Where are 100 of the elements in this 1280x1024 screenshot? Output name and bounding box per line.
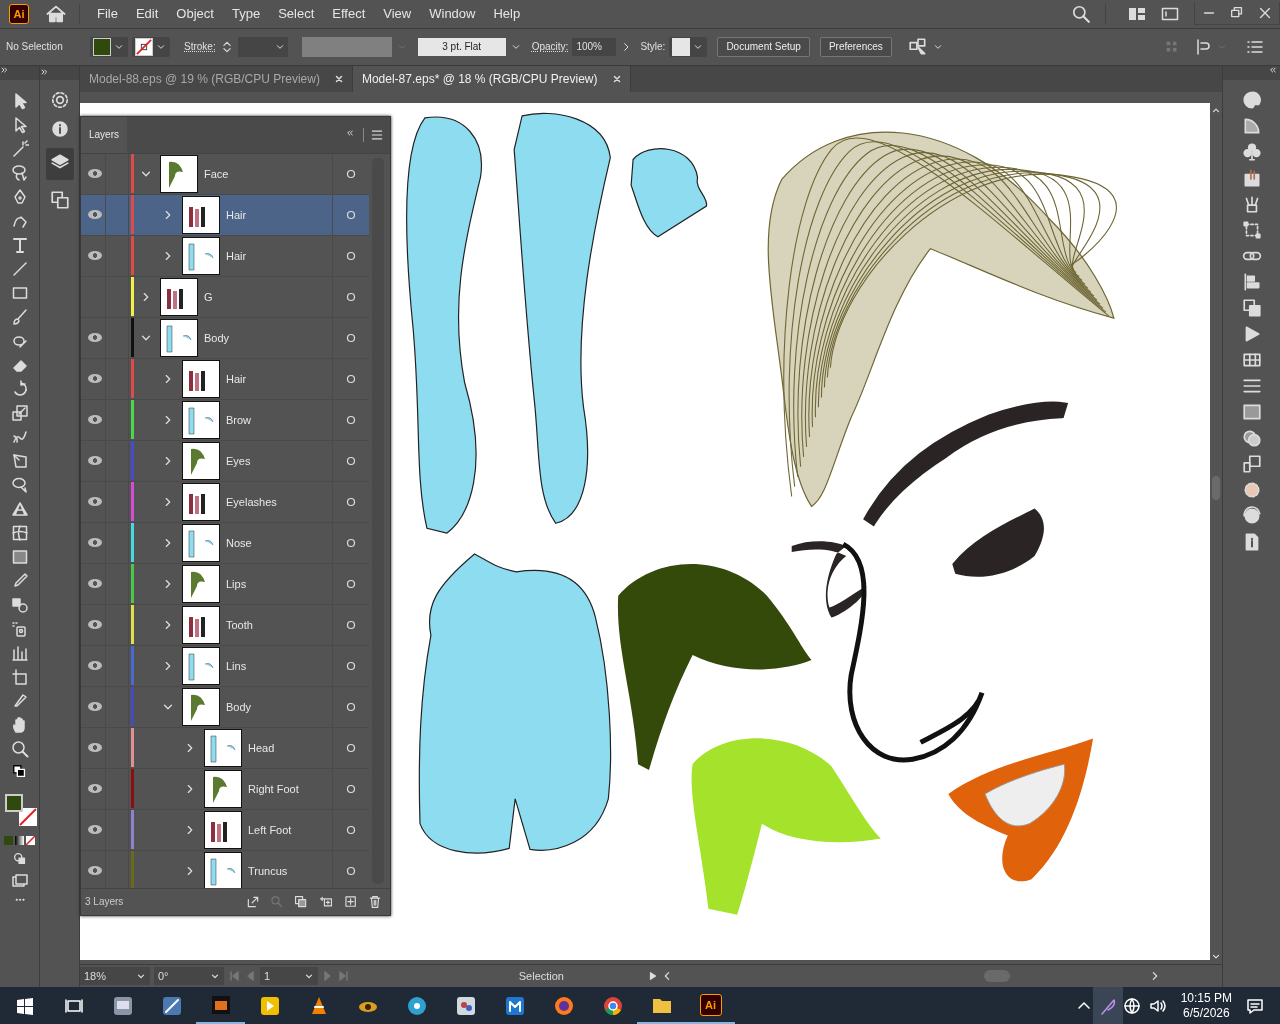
target-circle-icon[interactable]: [345, 495, 357, 508]
layer-row[interactable]: Lips: [81, 563, 369, 605]
type-tool-icon[interactable]: [10, 235, 29, 254]
none-mode-icon[interactable]: [26, 835, 35, 845]
browser-icon[interactable]: [552, 994, 575, 1017]
target-circle-icon[interactable]: [345, 290, 357, 303]
close-icon[interactable]: [333, 73, 344, 84]
opacity-field[interactable]: 100%: [572, 37, 617, 56]
scroll-left-icon[interactable]: [662, 970, 672, 982]
panel-tab[interactable]: Layers: [81, 116, 127, 153]
play-icon[interactable]: [648, 970, 658, 982]
lasso-icon[interactable]: [10, 163, 29, 182]
m-app-icon[interactable]: [503, 994, 526, 1017]
menu-item[interactable]: View: [374, 3, 421, 25]
speech-bubble-icon[interactable]: [10, 475, 29, 494]
target-circle-icon[interactable]: [345, 577, 357, 590]
menu-item[interactable]: Help: [484, 3, 530, 25]
trash-icon[interactable]: [368, 894, 382, 909]
brush-dropdown[interactable]: 3 pt. Flat: [417, 37, 506, 56]
caret-icon[interactable]: [304, 971, 314, 981]
taskbar-app-button[interactable]: Ai: [699, 993, 722, 1016]
new-layer-icon[interactable]: [344, 894, 358, 909]
menu-item[interactable]: File: [88, 3, 127, 25]
layer-row[interactable]: Truncus: [81, 850, 369, 888]
column-graph-icon[interactable]: [10, 643, 29, 662]
perspective-grid-icon[interactable]: [10, 499, 29, 518]
notification-icon[interactable]: [1246, 996, 1264, 1015]
document-tab[interactable]: Model-87.eps* @ 18 % (RGB/CPU Preview): [352, 65, 631, 92]
artboards-icon[interactable]: [1241, 453, 1262, 474]
toolbar-button[interactable]: Preferences: [819, 36, 892, 57]
target-circle-icon[interactable]: [345, 782, 357, 795]
symbol-sprayer-icon[interactable]: [10, 619, 29, 638]
pen-app-icon[interactable]: [160, 994, 183, 1017]
transform-icon[interactable]: [1241, 219, 1262, 240]
player-app-icon[interactable]: [258, 994, 281, 1017]
home-icon[interactable]: [45, 3, 67, 25]
fill-swatch[interactable]: [4, 793, 23, 812]
layer-row[interactable]: Face: [81, 153, 369, 195]
style-swatch[interactable]: [672, 37, 691, 56]
scroll-right-icon[interactable]: [1150, 970, 1160, 982]
paint-app-icon[interactable]: [454, 994, 477, 1017]
draw-mode-icon[interactable]: [11, 850, 28, 867]
palette-icon[interactable]: [1241, 89, 1262, 110]
zoom-dropdown[interactable]: 18%: [80, 967, 150, 985]
layer-row[interactable]: Eyes: [81, 440, 369, 482]
caret-icon[interactable]: [210, 971, 220, 981]
close-icon[interactable]: [611, 73, 622, 84]
target-circle-icon[interactable]: [345, 413, 357, 426]
layer-row[interactable]: Lins: [81, 645, 369, 687]
gear-icon[interactable]: [49, 89, 70, 110]
target-circle-icon[interactable]: [345, 208, 357, 221]
toolbar-button[interactable]: Document Setup: [717, 36, 810, 57]
new-sublayer-icon[interactable]: [318, 894, 334, 909]
default-colors-icon[interactable]: [11, 763, 28, 780]
menu-item[interactable]: Select: [269, 3, 324, 25]
monitor-app-icon[interactable]: [111, 994, 134, 1017]
target-circle-icon[interactable]: [345, 536, 357, 549]
globe-icon[interactable]: [1122, 996, 1141, 1015]
panel-icon[interactable]: [1160, 5, 1180, 23]
layer-row[interactable]: Body: [81, 686, 369, 728]
info-icon[interactable]: [50, 119, 69, 138]
menu-item[interactable]: Window: [420, 3, 485, 25]
layer-row[interactable]: Tooth: [81, 604, 369, 646]
zoom-icon[interactable]: [10, 739, 29, 758]
menu-item[interactable]: Object: [167, 3, 223, 25]
layer-row[interactable]: Eyelashes: [81, 481, 369, 523]
menu-icon[interactable]: [370, 127, 384, 142]
windows-logo-icon[interactable]: [15, 996, 34, 1015]
fill-swatch[interactable]: [93, 37, 111, 56]
free-transform-icon[interactable]: [10, 451, 29, 470]
rotation-dropdown[interactable]: 0°: [154, 967, 224, 985]
line-tool-icon[interactable]: [10, 259, 29, 278]
feather-icon[interactable]: [1098, 996, 1117, 1015]
layer-row[interactable]: G: [81, 276, 369, 318]
target-circle-icon[interactable]: [345, 659, 357, 672]
menu-item[interactable]: Type: [222, 3, 270, 25]
browser-icon[interactable]: [601, 994, 624, 1017]
artboards-icon[interactable]: [49, 189, 70, 210]
artboard-number-field[interactable]: 1: [260, 967, 318, 985]
workspace-icon[interactable]: [1128, 5, 1146, 23]
target-circle-icon[interactable]: [345, 454, 357, 467]
caret-icon[interactable]: [136, 971, 146, 981]
target-circle-icon[interactable]: [345, 700, 357, 713]
clipping-mask-icon[interactable]: [294, 894, 308, 909]
mesh-icon[interactable]: [10, 523, 29, 542]
scale-icon[interactable]: [10, 403, 29, 422]
target-circle-icon[interactable]: [345, 331, 357, 344]
document-tab[interactable]: Model-88.eps @ 19 % (RGB/CPU Preview): [80, 65, 353, 92]
layer-row[interactable]: Nose: [81, 522, 369, 564]
stroke-swatch[interactable]: [135, 37, 153, 56]
gradient-tool-icon[interactable]: [10, 547, 29, 566]
pathfinder-icon[interactable]: [1241, 297, 1262, 318]
select-similar-icon[interactable]: [907, 36, 928, 57]
club-icon[interactable]: [1241, 141, 1262, 162]
target-circle-icon[interactable]: [345, 864, 357, 877]
search-icon[interactable]: [1071, 4, 1091, 24]
gradient-mode-icon[interactable]: [15, 835, 24, 845]
target-circle-icon[interactable]: [345, 372, 357, 385]
menu-item[interactable]: Edit: [126, 3, 168, 25]
target-circle-icon[interactable]: [345, 618, 357, 631]
